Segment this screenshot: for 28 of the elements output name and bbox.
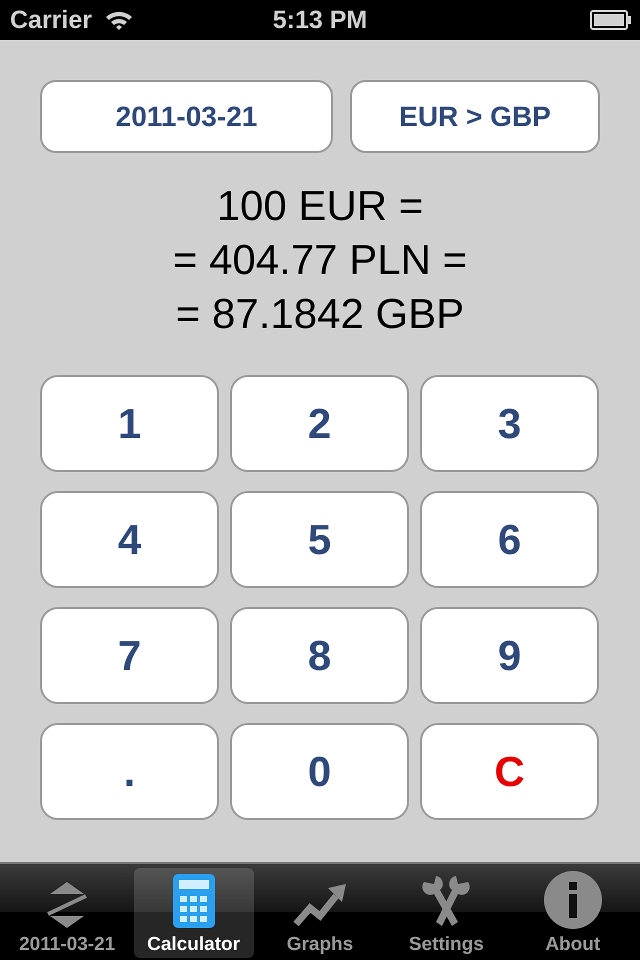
keypad-key[interactable]: 8 [230, 607, 409, 704]
tab-bar-item[interactable]: 2011-03-21 [7, 868, 128, 958]
keypad-key[interactable]: 3 [420, 375, 599, 472]
tab-bar-item[interactable]: Calculator [134, 868, 254, 958]
keypad-key[interactable]: . [40, 723, 219, 820]
clear-key[interactable]: C [420, 723, 599, 820]
keypad-key[interactable]: 5 [230, 491, 409, 588]
currency-pair-button[interactable]: EUR > GBP [350, 80, 600, 153]
tab-bar-item[interactable]: About [512, 868, 633, 958]
keypad-key[interactable]: 2 [230, 375, 409, 472]
tab-bar-item[interactable]: Settings [386, 868, 506, 958]
result-line: 100 EUR = [216, 181, 424, 231]
wifi-icon [104, 9, 134, 31]
result-line: = 404.77 PLN = [172, 235, 468, 285]
keypad-key[interactable]: 1 [40, 375, 219, 472]
info-icon [542, 870, 603, 930]
keypad-key[interactable]: 7 [40, 607, 219, 704]
calculator-icon [170, 872, 217, 930]
tab-bar-item[interactable]: Graphs [260, 868, 380, 958]
keypad-key[interactable]: 0 [230, 723, 409, 820]
clock-time: 5:13 PM [272, 6, 368, 34]
keypad-key[interactable]: 6 [420, 491, 599, 588]
carrier-label: Carrier [10, 6, 92, 34]
keypad-key[interactable]: 4 [40, 491, 219, 588]
keypad-key[interactable]: 9 [420, 607, 599, 704]
result-line: = 87.1842 GBP [176, 289, 464, 339]
date-button[interactable]: 2011-03-21 [40, 80, 333, 153]
battery-icon [590, 10, 632, 30]
